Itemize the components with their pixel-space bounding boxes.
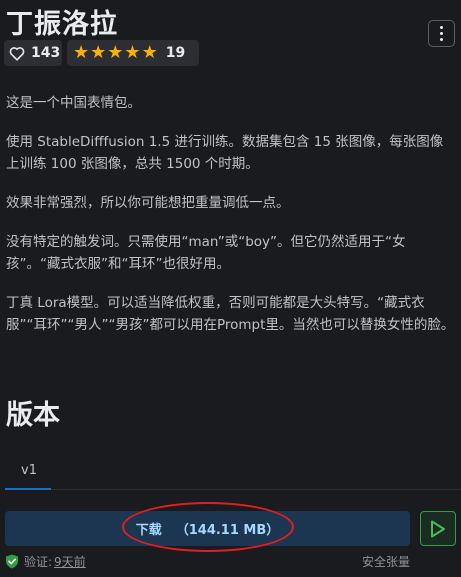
- star-icon: ★: [107, 42, 124, 63]
- tabs-divider: [5, 489, 461, 490]
- heart-icon: [9, 46, 25, 61]
- description-paragraph: 没有特定的触发词。只需使用“man”或“boy”。但它仍然适用于“女孩”。“藏式…: [6, 234, 406, 272]
- verified-time-link[interactable]: 9天前: [54, 553, 86, 570]
- download-size: （144.11 MB）: [175, 523, 280, 538]
- description-paragraph: 这是一个中国表情包。: [6, 95, 141, 111]
- description-paragraph: 丁真 Lora模型。可以适当降低权重，否则可能都是大头特写。“藏式衣服”“耳环”…: [6, 295, 455, 333]
- verified-label: 验证:: [24, 554, 53, 569]
- dot: [440, 26, 443, 29]
- star-icon: ★: [124, 42, 141, 63]
- download-label: 下载: [135, 523, 162, 538]
- description-paragraph: 使用 StableDifffusion 1.5 进行训练。数据集包含 15 张图…: [6, 134, 444, 172]
- likes-badge[interactable]: 143: [4, 40, 62, 66]
- run-button[interactable]: [420, 511, 456, 546]
- rating-badge[interactable]: ★ ★ ★ ★ ★ 19: [67, 40, 199, 66]
- safetensor-label: 安全张量: [362, 554, 411, 569]
- versions-heading: 版本: [6, 400, 60, 431]
- rating-count: 19: [165, 45, 186, 61]
- model-title: 丁振洛拉: [6, 9, 118, 40]
- dot: [440, 38, 443, 41]
- likes-count: 143: [31, 45, 61, 61]
- shield-check-icon: [5, 554, 19, 569]
- play-icon: [431, 520, 445, 537]
- dot: [440, 32, 443, 35]
- star-rating: ★ ★ ★ ★ ★: [73, 44, 158, 62]
- star-icon: ★: [90, 42, 107, 63]
- verification-footer: 验证: 9天前 安全张量: [5, 552, 455, 570]
- download-button[interactable]: 下载 （144.11 MB）: [5, 511, 410, 546]
- active-tab-indicator: [5, 488, 51, 490]
- star-icon: ★: [141, 42, 158, 63]
- description-paragraph: 效果非常强烈，所以你可能想把重量调低一点。: [6, 195, 290, 211]
- more-options-button[interactable]: [428, 20, 455, 47]
- tab-v1[interactable]: v1: [21, 463, 37, 478]
- star-icon: ★: [73, 42, 90, 63]
- model-description: 这是一个中国表情包。 使用 StableDifffusion 1.5 进行训练。…: [6, 92, 456, 353]
